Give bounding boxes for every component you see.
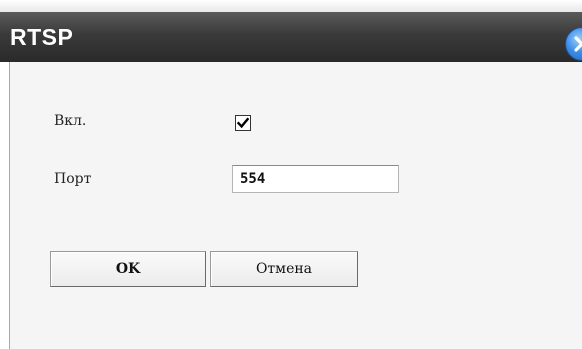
port-input[interactable] bbox=[232, 165, 399, 193]
close-icon bbox=[574, 36, 582, 52]
enable-checkbox[interactable] bbox=[235, 115, 251, 131]
port-label: Порт bbox=[54, 171, 92, 187]
dialog-content bbox=[9, 62, 582, 349]
enable-label: Вкл. bbox=[54, 113, 87, 129]
rtsp-dialog: RTSP Вкл. Порт OK Отмена bbox=[0, 0, 582, 349]
window-top-edge bbox=[0, 0, 582, 12]
title-bar[interactable]: RTSP bbox=[0, 12, 582, 62]
ok-button[interactable]: OK bbox=[50, 251, 206, 287]
checkmark-icon bbox=[237, 117, 249, 129]
cancel-button[interactable]: Отмена bbox=[210, 251, 358, 287]
dialog-title: RTSP bbox=[10, 24, 74, 50]
window-left-edge bbox=[0, 62, 9, 349]
